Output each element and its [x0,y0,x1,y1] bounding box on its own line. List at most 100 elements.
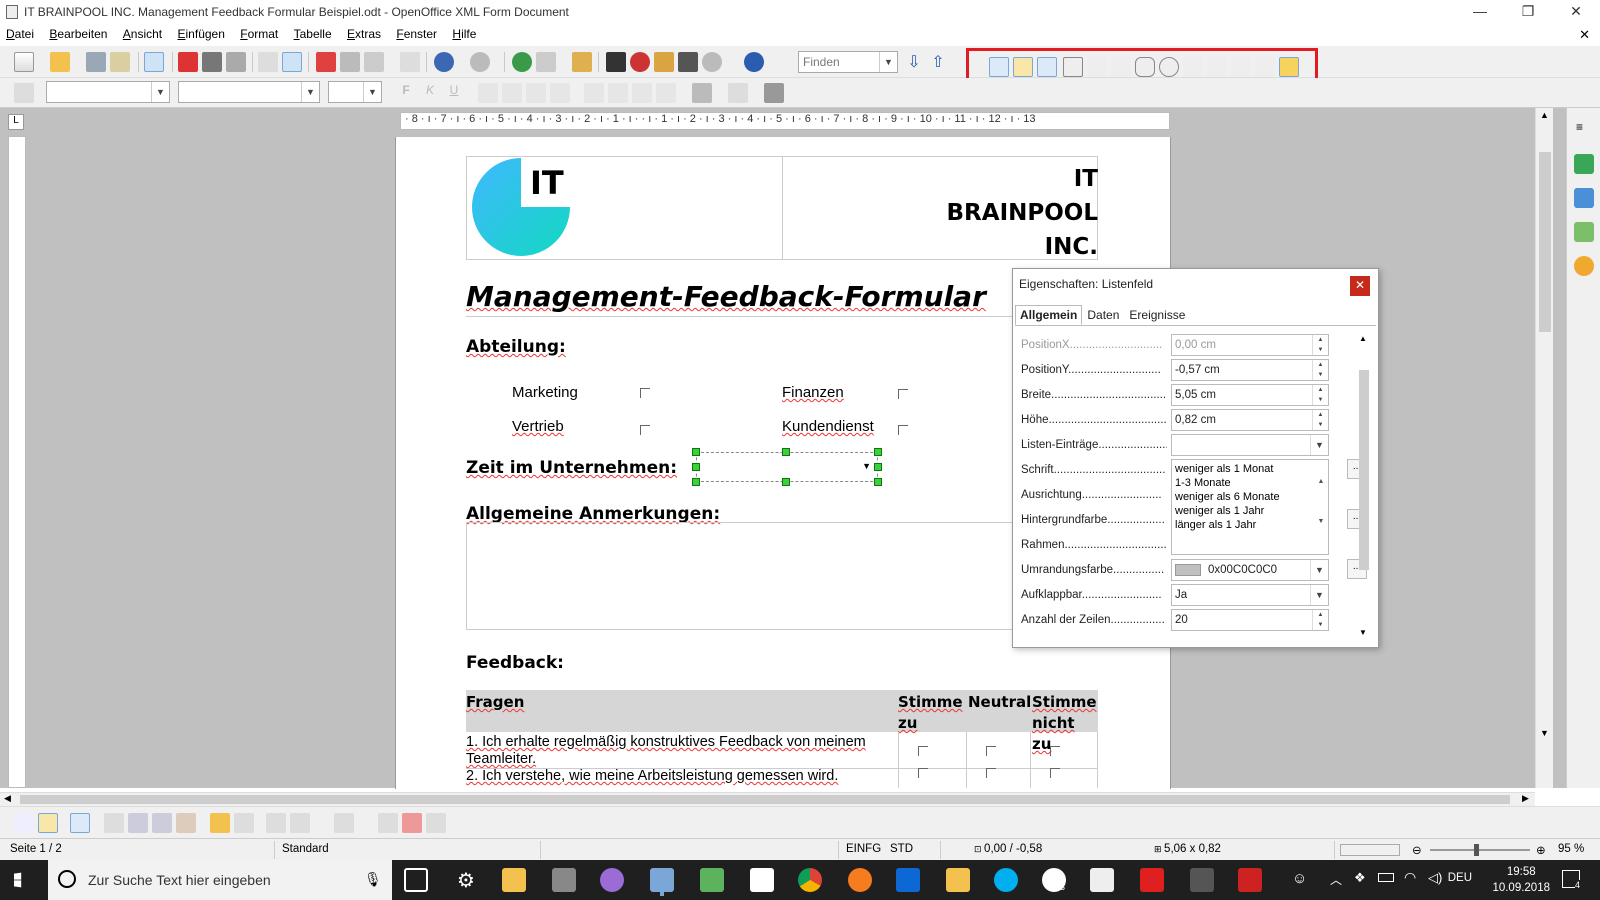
calculator-icon[interactable] [552,868,576,892]
wifi-icon[interactable]: ◠ [1404,869,1416,886]
sidebar-menu-icon[interactable]: ≡ [1576,120,1583,134]
selection-handle[interactable] [692,448,700,456]
layout-view-icons[interactable] [1340,844,1400,856]
find-input[interactable]: Finden [803,55,840,69]
menu-extras[interactable]: Extras [341,24,387,41]
zoom-icon[interactable] [702,52,722,72]
checkbox-q2-agree[interactable] [918,768,928,778]
menu-format[interactable]: Format [234,24,284,41]
select-icon[interactable] [14,813,34,833]
export-pdf-icon[interactable] [178,52,198,72]
form-design-icon[interactable] [1279,57,1299,77]
add-field-icon[interactable] [210,813,230,833]
auto-spellcheck-icon[interactable] [282,52,302,72]
search-input[interactable]: Zur Suche Text hier eingeben [88,872,271,888]
print-icon[interactable] [202,52,222,72]
zoom-level[interactable]: 95 % [1558,843,1584,855]
control-wizards-icon[interactable] [1037,57,1057,77]
chrome-icon[interactable] [798,868,822,892]
positiony-field[interactable]: -0,57 cm ▲ ▼ [1171,359,1329,381]
bold-icon[interactable]: F [396,83,416,103]
find-combo[interactable]: Finden ▼ [798,51,898,73]
microphone-icon[interactable]: 🎙 [364,871,382,888]
selection-handle[interactable] [692,463,700,471]
chevron-down-icon[interactable]: ▼ [1310,560,1328,580]
option-button-icon[interactable] [1159,57,1179,77]
anzahl-zeilen-field[interactable]: 20 ▲ ▼ [1171,609,1329,631]
copy-icon[interactable] [340,52,360,72]
battery-icon[interactable] [1378,873,1394,882]
new-document-icon[interactable] [14,52,34,72]
selection-handle[interactable] [782,478,790,486]
cut-icon[interactable] [316,52,336,72]
edit-mode-icon[interactable] [144,52,164,72]
volume-icon[interactable]: ◁) [1428,870,1442,886]
page-style[interactable]: Standard [282,843,329,855]
dropbox-tray-icon[interactable]: ❖ [1354,870,1366,886]
activation-order-icon[interactable] [176,813,196,833]
nonprinting-chars-icon[interactable] [678,52,698,72]
close-window-button[interactable]: ✕ [1552,0,1600,24]
menu-bearbeiten[interactable]: Bearbeiten [43,24,113,41]
design-mode-icon[interactable] [1013,57,1033,77]
paint3d-icon[interactable] [600,868,624,892]
hyperlink-icon[interactable] [512,52,532,72]
people-icon[interactable]: ☺ [1292,870,1307,887]
align-icon[interactable] [266,813,286,833]
selection-handle[interactable] [874,463,882,471]
paragraph-style-combo[interactable]: ▼ [46,81,170,103]
selection-handle[interactable] [692,478,700,486]
help-icon[interactable] [744,52,764,72]
highlighting-icon[interactable] [728,83,748,103]
task-view-icon[interactable] [404,868,428,892]
horizontal-ruler[interactable]: · 8 · ı · 7 · ı · 6 · ı · 5 · ı · 4 · ı … [400,112,1170,130]
align-right-icon[interactable] [526,83,546,103]
print-preview-icon[interactable] [226,52,246,72]
checkbox-finanzen[interactable] [898,389,908,399]
openoffice-writer-icon[interactable] [650,868,674,892]
tab-allgemein[interactable]: Allgemein [1015,305,1083,325]
chevron-down-icon[interactable]: ▼ [151,82,169,102]
vertical-scrollbar[interactable]: ▲ ▼ [1535,108,1553,788]
insert-mode[interactable]: EINFG [846,843,881,855]
draw-functions-icon[interactable] [572,52,592,72]
styles-deck-icon[interactable] [1574,188,1594,208]
text-box-control-icon[interactable] [1087,57,1107,77]
align-left-icon[interactable] [478,83,498,103]
label-field-icon[interactable] [1231,57,1251,77]
checkbox-q1-neutral[interactable] [986,746,996,756]
clock[interactable]: 19:58 10.09.2018 [1492,864,1550,896]
xml-icon[interactable] [104,813,124,833]
styles-icon[interactable] [14,83,34,103]
font-size-combo[interactable]: ▼ [328,81,382,103]
font-name-combo[interactable]: ▼ [178,81,320,103]
redo-icon[interactable] [470,52,490,72]
taskbar-search[interactable]: Zur Suche Text hier eingeben 🎙 [48,860,392,900]
checkbox-control-icon[interactable] [1063,57,1083,77]
background-color-icon[interactable] [764,83,784,103]
remote-app-icon[interactable] [1238,868,1262,892]
position-size-icon[interactable] [334,813,354,833]
underline-icon[interactable]: U [444,83,464,103]
windows-start-icon[interactable] [14,872,22,888]
menu-ansicht[interactable]: Ansicht [117,24,168,41]
chevron-down-icon[interactable]: ▼ [1310,435,1328,455]
minimize-button[interactable]: — [1456,0,1504,24]
checkbox-q1-agree[interactable] [918,746,928,756]
justify-icon[interactable] [550,83,570,103]
menu-fenster[interactable]: Fenster [390,24,443,41]
show-hidden-icons[interactable]: ︿ [1330,871,1342,888]
format-paintbrush-icon[interactable] [400,52,420,72]
folder-icon[interactable] [946,868,970,892]
tab-ereignisse[interactable]: Ereignisse [1124,305,1190,325]
navigator-icon[interactable] [630,52,650,72]
more-controls-icon[interactable] [1255,57,1275,77]
chevron-down-icon[interactable]: ▼ [1310,585,1328,605]
network-device-icon[interactable] [1190,868,1214,892]
tab-daten[interactable]: Daten [1082,305,1124,325]
breite-field[interactable]: 5,05 cm ▲ ▼ [1171,384,1329,406]
list-box-control-icon[interactable] [1183,57,1203,77]
checkbox-q1-disagree[interactable] [1050,746,1060,756]
find-next-icon[interactable]: ⇩ [904,52,924,72]
wizards-toggle-icon[interactable] [70,813,90,833]
